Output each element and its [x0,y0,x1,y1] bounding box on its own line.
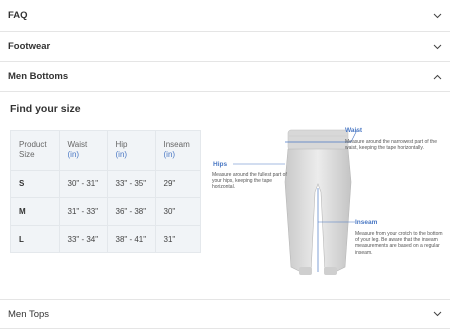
waist-cell: 30" - 31" [58,170,107,199]
accordion-men-tops[interactable]: Men Tops [0,299,450,329]
waist-cell: 33" - 34" [58,225,107,252]
chevron-down-icon [432,42,442,52]
column-header-hip: Hip (in) [106,131,155,171]
accordion-footwear-label: Footwear [8,41,51,52]
accordion-men-bottoms-label: Men Bottoms [8,71,69,82]
column-header-label: Waist [67,140,88,150]
column-header-inseam: Inseam (in) [154,131,200,171]
table-row: L 33" - 34" 38" - 41" 31" [11,225,200,252]
accordion-faq-label: FAQ [8,10,28,21]
table-row: S 30" - 31" 33" - 35" 29" [11,170,200,199]
waist-cell: 31" - 33" [58,197,107,227]
accordion-footwear[interactable]: Footwear [0,32,450,62]
column-header-label: Product [19,140,47,150]
table-header-row: Product Size Waist (in) Hip (in) Inseam … [11,131,200,171]
size-chart-table: Product Size Waist (in) Hip (in) Inseam … [10,130,201,253]
size-cell: S [11,170,59,199]
column-header-unit: Size [19,150,35,160]
column-header-label: Inseam [163,140,190,150]
inseam-annotation-desc: Measure from your crotch to the bottom o… [355,231,443,256]
measurement-diagram: Waist Measure around the narrowest part … [205,122,450,292]
hip-cell: 38" - 41" [106,225,155,252]
inseam-cell: 29" [154,170,200,199]
inseam-cell: 30" [154,197,200,227]
size-cell: L [19,234,24,244]
waist-annotation-desc: Measure around the narrowest part of the… [345,139,437,152]
column-header-unit: (in) [163,150,176,160]
accordion-men-tops-label: Men Tops [8,308,50,320]
column-header-unit: (in) [67,150,80,160]
column-header-product-size: Product Size [11,131,59,171]
column-header-unit: (in) [115,150,128,160]
find-your-size-heading: Find your size [10,103,81,115]
chevron-down-icon [432,309,442,319]
hips-annotation-desc: Measure around the fullest part of your … [212,172,287,191]
hip-cell: 33" - 35" [106,170,155,199]
accordion-faq[interactable]: FAQ [0,0,450,32]
hips-annotation-title: Hips [213,161,228,168]
inseam-annotation-title: Inseam [355,219,378,226]
inseam-cell: 31" [154,225,200,252]
chevron-down-icon [432,11,442,21]
table-row: M 31" - 33" 36" - 38" 30" [11,197,200,227]
column-header-label: Hip [115,140,128,150]
chevron-up-icon [432,72,442,82]
waist-annotation-title: Waist [345,127,363,134]
column-header-waist: Waist (in) [58,131,107,171]
size-cell: M [11,197,59,227]
accordion-men-bottoms[interactable]: Men Bottoms [0,62,450,92]
hip-cell: 36" - 38" [106,197,155,227]
